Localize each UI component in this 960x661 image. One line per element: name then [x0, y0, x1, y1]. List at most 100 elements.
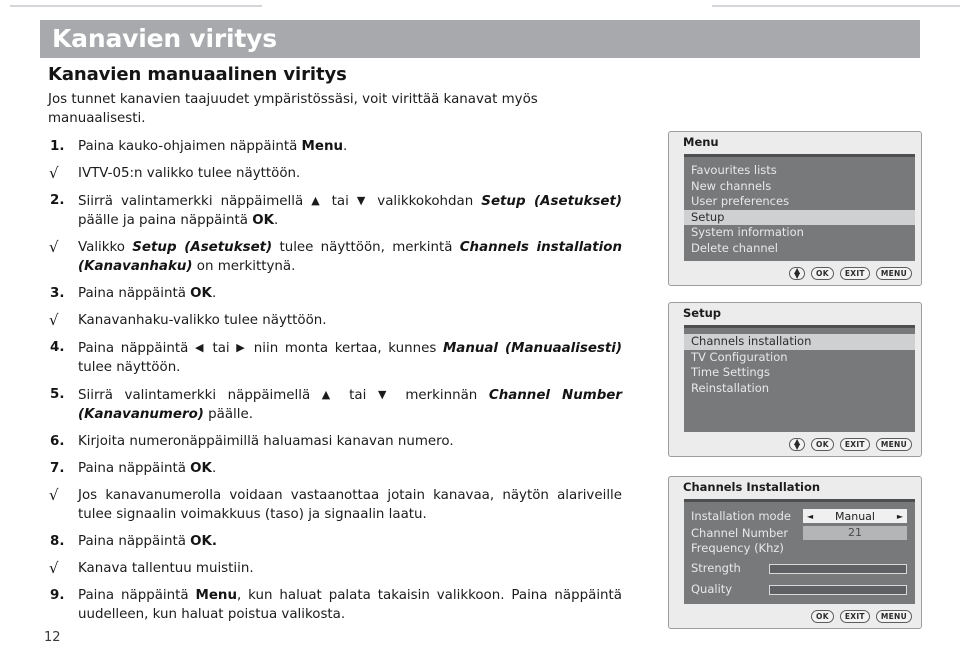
- step-number: 9.: [50, 588, 65, 603]
- tv-menu-screen: Favourites lists New channels User prefere…: [684, 154, 915, 261]
- down-arrow-glyph: ▼: [793, 442, 801, 451]
- strength-meter: [769, 564, 907, 574]
- step-text: Siirrä valintamerkki näppäimellä ▲ tai ▼…: [78, 194, 622, 228]
- step-number: 3.: [50, 286, 65, 301]
- step-text: Paina näppäintä OK.: [78, 286, 217, 301]
- quality-label: Quality: [691, 582, 733, 596]
- installation-mode-row: Installation mode ◄ Manual ►: [691, 509, 907, 524]
- scan-artifact-line-left: [10, 5, 262, 7]
- tv-menu-item: User preferences: [691, 194, 790, 208]
- exit-key-icon: EXIT: [839, 609, 870, 623]
- tv-menu-item: TV Configuration: [691, 349, 788, 364]
- tv-channels-installation-screen: Installation mode ◄ Manual ► Channel Num…: [684, 499, 915, 604]
- installation-mode-selector: ◄ Manual ►: [803, 509, 907, 523]
- installation-mode-value: Manual: [835, 509, 875, 523]
- step-number: 2.: [50, 193, 65, 208]
- step-note: √ Kanavanhaku-valikko tulee näyttöön.: [48, 311, 622, 330]
- step-text: IVTV-05:n valikko tulee näyttöön.: [78, 166, 301, 181]
- tv-screenshot-setup: Setup Channels installation TV Configurat…: [668, 302, 922, 457]
- intro-paragraph: Jos tunnet kanavien taajuudet ympäristös…: [48, 92, 538, 126]
- step-text: Kanavanhaku-valikko tulee näyttöön.: [78, 313, 327, 328]
- channel-number-row: Channel Number 21: [691, 526, 907, 541]
- ok-key-icon: OK: [811, 609, 834, 623]
- ok-key-icon: OK: [811, 437, 834, 451]
- check-marker-icon: √: [49, 311, 59, 329]
- updown-key-icon: ▲ ▼: [789, 437, 806, 451]
- step-number: 4.: [50, 340, 65, 355]
- strength-row: Strength: [691, 561, 907, 576]
- step-text: Siirrä valintamerkki näppäimellä ▲ tai ▼…: [78, 388, 622, 422]
- tv-menu-item: Favourites lists: [691, 163, 777, 177]
- channel-number-label: Channel Number: [691, 526, 789, 540]
- tv-setup-title: Setup: [683, 306, 721, 320]
- step-item: 8. Paina näppäintä OK.: [48, 532, 622, 551]
- step-text: Paina kauko-ohjaimen näppäintä Menu.: [78, 139, 348, 154]
- step-item: 6. Kirjoita numeronäppäimillä haluamasi k…: [48, 432, 622, 451]
- step-note: √ IVTV-05:n valikko tulee näyttöön.: [48, 164, 622, 183]
- updown-key-icon: ▲ ▼: [789, 266, 806, 280]
- tv-setup-list: Channels installation TV Configuration Tim…: [684, 328, 915, 396]
- step-item: 5. Siirrä valintamerkki näppäimellä ▲ tai…: [48, 385, 622, 424]
- tv-menu-item: Reinstallation: [691, 380, 770, 395]
- step-text: Kirjoita numeronäppäimillä haluamasi kan…: [78, 434, 454, 449]
- step-item: 4. Paina näppäintä ◀ tai ▶ niin monta ker…: [48, 338, 622, 377]
- step-item: 2. Siirrä valintamerkki näppäimellä ▲ tai…: [48, 191, 622, 230]
- installation-mode-label: Installation mode: [691, 509, 791, 523]
- tv-menu-list: Favourites lists New channels User prefere…: [684, 157, 915, 256]
- step-text: Kanava tallentuu muistiin.: [78, 561, 254, 576]
- page-title: Kanavien viritys: [52, 23, 277, 53]
- tv-screenshot-channels-installation: Channels Installation Installation mode …: [668, 476, 922, 629]
- step-number: 6.: [50, 434, 65, 449]
- step-note: √ Jos kanavanumerolla voidaan vastaanotta…: [48, 486, 622, 524]
- step-item: 9. Paina näppäintä Menu, kun haluat palat…: [48, 586, 622, 624]
- instructions-column: Kanavien manuaalinen viritys Jos tunnet …: [48, 64, 622, 632]
- tv-channels-installation-keybar: OK EXIT MENU: [669, 604, 921, 628]
- quality-row: Quality: [691, 582, 907, 597]
- down-arrow-glyph: ▼: [793, 271, 801, 280]
- step-item: 3. Paina näppäintä OK.: [48, 284, 622, 303]
- tv-menu-title: Menu: [683, 135, 719, 149]
- step-text: Paina näppäintä OK.: [78, 461, 217, 476]
- tv-menu-item: System information: [691, 225, 804, 239]
- check-marker-icon: √: [49, 559, 59, 577]
- step-text: Paina näppäintä Menu, kun haluat palata …: [78, 588, 622, 622]
- check-marker-icon: √: [49, 164, 59, 182]
- tv-menu-item-selected: Channels installation: [684, 334, 915, 350]
- menu-key-icon: MENU: [875, 437, 912, 451]
- channel-number-value: 21: [803, 526, 907, 540]
- tv-setup-keybar: ▲ ▼ OK EXIT MENU: [669, 432, 921, 456]
- step-note: √ Valikko Setup (Asetukset) tulee näyttöö…: [48, 238, 622, 276]
- tv-menu-keybar: ▲ ▼ OK EXIT MENU: [669, 261, 921, 285]
- step-number: 8.: [50, 534, 65, 549]
- page-number: 12: [44, 630, 61, 645]
- step-item: 1. Paina kauko-ohjaimen näppäintä Menu.: [48, 137, 622, 156]
- exit-key-icon: EXIT: [839, 266, 870, 280]
- step-note: √ Kanava tallentuu muistiin.: [48, 559, 622, 578]
- channels-installation-form: Installation mode ◄ Manual ► Channel Num…: [684, 502, 915, 597]
- step-text: Jos kanavanumerolla voidaan vastaanottaa…: [78, 488, 622, 522]
- tv-menu-item: Time Settings: [691, 365, 770, 379]
- quality-meter: [769, 585, 907, 595]
- check-marker-icon: √: [49, 486, 59, 504]
- ok-key-icon: OK: [811, 266, 834, 280]
- step-number: 5.: [50, 387, 65, 402]
- step-text: Paina näppäintä OK.: [78, 534, 218, 549]
- step-number: 1.: [50, 139, 65, 154]
- tv-screenshot-menu: Menu Favourites lists New channels User pr…: [668, 131, 922, 286]
- frequency-label: Frequency (Khz): [691, 541, 784, 555]
- scan-artifact-line-right: [712, 5, 960, 7]
- menu-key-icon: MENU: [875, 609, 912, 623]
- step-text: Paina näppäintä ◀ tai ▶ niin monta kerta…: [78, 341, 622, 375]
- right-arrow-icon: ►: [896, 511, 903, 521]
- step-item: 7. Paina näppäintä OK.: [48, 459, 622, 478]
- section-heading: Kanavien manuaalinen viritys: [48, 64, 347, 85]
- step-text: Valikko Setup (Asetukset) tulee näyttöön…: [78, 240, 622, 274]
- step-number: 7.: [50, 461, 65, 476]
- steps-list: 1. Paina kauko-ohjaimen näppäintä Menu. √ I…: [48, 137, 622, 624]
- tv-channels-installation-title: Channels Installation: [683, 480, 821, 494]
- menu-key-icon: MENU: [875, 266, 912, 280]
- tv-setup-screen: Channels installation TV Configuration Tim…: [684, 325, 915, 432]
- exit-key-icon: EXIT: [839, 437, 870, 451]
- left-arrow-icon: ◄: [807, 511, 814, 521]
- tv-menu-item: Delete channel: [691, 240, 778, 255]
